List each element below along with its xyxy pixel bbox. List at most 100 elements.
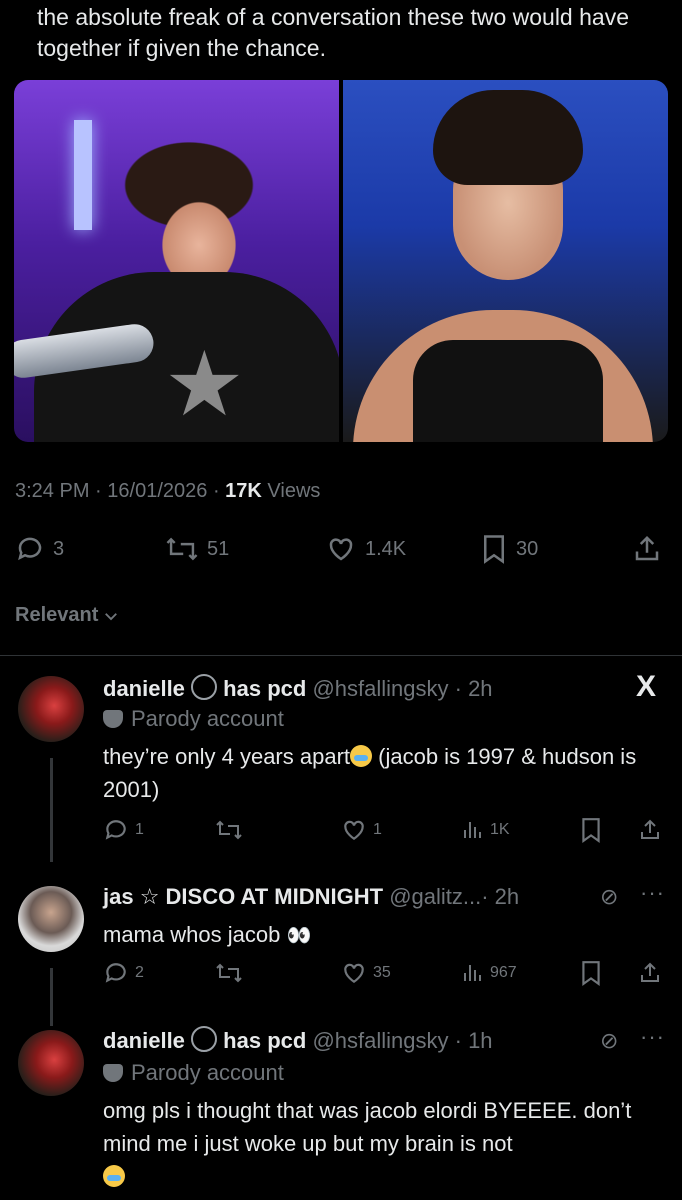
- share-button[interactable]: [632, 534, 662, 564]
- tweet-action-bar: 3 51 1.4K 30: [0, 530, 682, 570]
- share-button[interactable]: [638, 960, 662, 986]
- image-tanktop-shape: [413, 340, 603, 442]
- author-name[interactable]: jas ☆ DISCO AT MIDNIGHT: [103, 884, 383, 909]
- parody-label: Parody account: [103, 706, 284, 732]
- author-name-suffix[interactable]: has pcd: [223, 1028, 306, 1053]
- tweet-text: the absolute freak of a conversation the…: [37, 4, 629, 61]
- heart-icon: [344, 820, 364, 840]
- tweet-image-right[interactable]: [343, 80, 668, 442]
- like-button[interactable]: 35: [341, 960, 391, 986]
- tweet-image-left[interactable]: ★: [14, 80, 339, 442]
- repost-icon: [216, 963, 242, 983]
- bookmark-button[interactable]: [580, 817, 602, 843]
- reply-count: 2: [135, 964, 144, 981]
- reply-button[interactable]: 1: [103, 817, 144, 843]
- author-handle[interactable]: @hsfallingsky: [312, 676, 448, 701]
- tweet-meta: 3:24 PM · 16/01/2026 · 17K Views: [15, 480, 320, 503]
- author-name[interactable]: danielle: [103, 1028, 185, 1053]
- neon-light-decor: [74, 120, 92, 230]
- repost-button[interactable]: [215, 960, 243, 986]
- views-label: Views: [267, 480, 321, 502]
- author-handle[interactable]: @hsfallingsky: [312, 1028, 448, 1053]
- view-count: 967: [490, 964, 517, 981]
- crying-face-emoji-icon: [103, 1165, 125, 1187]
- view-count: 1K: [490, 821, 510, 838]
- meta-separator: ·: [212, 480, 226, 502]
- reply-button[interactable]: 2: [103, 960, 144, 986]
- bookmark-count: 30: [516, 537, 539, 560]
- bookmark-icon: [484, 535, 504, 564]
- reply-button[interactable]: 3: [15, 534, 64, 564]
- reply-text-part: omg pls i thought that was jacob elordi …: [103, 1098, 632, 1156]
- reply-actions: 2 35 967: [0, 960, 682, 990]
- reply-text: they’re only 4 years apart (jacob is 199…: [103, 740, 663, 806]
- author-handle[interactable]: @galitz...: [389, 884, 481, 909]
- share-icon: [635, 535, 659, 561]
- bar-chart-icon: [464, 822, 481, 838]
- x-logo-icon[interactable]: X: [636, 670, 656, 704]
- reply-actions: 1 1 1K: [0, 817, 682, 847]
- reply-text: omg pls i thought that was jacob elordi …: [103, 1094, 663, 1193]
- pcd-badge-icon: [191, 1026, 218, 1052]
- crying-face-emoji-icon: [350, 745, 373, 767]
- pcd-badge-icon: [191, 674, 218, 700]
- reply-text-part: they’re only 4 years apart: [103, 744, 351, 769]
- tweet-media[interactable]: ★: [14, 80, 668, 442]
- grok-icon[interactable]: ⊘: [600, 1028, 618, 1054]
- more-options-icon[interactable]: ···: [640, 880, 665, 906]
- bookmark-icon: [582, 818, 600, 843]
- image-star-shape: ★: [164, 335, 245, 435]
- bookmark-button[interactable]: [580, 960, 602, 986]
- heart-icon: [329, 538, 353, 561]
- sort-label: Relevant: [15, 604, 99, 626]
- avatar[interactable]: [18, 676, 84, 742]
- bar-chart-icon: [464, 965, 481, 981]
- repost-button[interactable]: 51: [165, 534, 229, 564]
- bookmark-icon: [582, 961, 600, 986]
- reply-sort-dropdown[interactable]: Relevant: [15, 604, 120, 627]
- more-options-icon[interactable]: ···: [640, 1024, 665, 1050]
- reply-text: mama whos jacob 👀: [103, 918, 663, 953]
- like-button[interactable]: 1.4K: [325, 534, 406, 564]
- grok-icon[interactable]: ⊘: [600, 884, 618, 910]
- like-button[interactable]: 1: [341, 817, 382, 843]
- reply-header: jas ☆ DISCO AT MIDNIGHT @galitz...· 2h: [103, 884, 519, 910]
- tweet-date[interactable]: 16/01/2026: [107, 480, 207, 502]
- reply-time[interactable]: · 1h: [455, 1028, 493, 1053]
- meta-separator: ·: [95, 480, 108, 502]
- repost-button[interactable]: [215, 817, 243, 843]
- share-icon: [641, 819, 659, 839]
- reply-header: danielle has pcd @hsfallingsky · 1h: [103, 1026, 493, 1054]
- heart-icon: [344, 963, 364, 983]
- reply-icon: [105, 963, 126, 983]
- reply-time[interactable]: · 2h: [455, 676, 493, 701]
- like-count: 35: [373, 964, 391, 981]
- views-count: 17K: [225, 480, 262, 502]
- parody-text: Parody account: [131, 706, 284, 731]
- image-hair-shape: [433, 90, 583, 185]
- chevron-down-icon: [105, 612, 118, 620]
- divider: [0, 655, 682, 656]
- avatar[interactable]: [18, 1030, 84, 1096]
- eyes-emoji-icon: 👀: [286, 925, 312, 947]
- author-name[interactable]: danielle: [103, 676, 185, 701]
- avatar[interactable]: [18, 886, 84, 952]
- reply-icon: [18, 537, 42, 561]
- share-icon: [641, 962, 659, 982]
- tweet-time[interactable]: 3:24 PM: [15, 480, 89, 502]
- repost-icon: [216, 820, 242, 840]
- like-count: 1.4K: [365, 537, 407, 560]
- reply-icon: [105, 820, 126, 840]
- author-name-suffix[interactable]: has pcd: [223, 676, 306, 701]
- reply-text-part: mama whos jacob: [103, 922, 281, 947]
- like-count: 1: [373, 821, 382, 838]
- bookmark-button[interactable]: 30: [480, 534, 538, 564]
- views-button[interactable]: 967: [460, 960, 517, 986]
- reply-count: 3: [53, 537, 65, 560]
- reply-time[interactable]: · 2h: [481, 884, 519, 909]
- repost-icon: [166, 537, 198, 561]
- share-button[interactable]: [638, 817, 662, 843]
- views-button[interactable]: 1K: [460, 817, 510, 843]
- parody-mask-icon: [103, 1064, 123, 1082]
- reply-header: danielle has pcd @hsfallingsky · 2h: [103, 674, 493, 702]
